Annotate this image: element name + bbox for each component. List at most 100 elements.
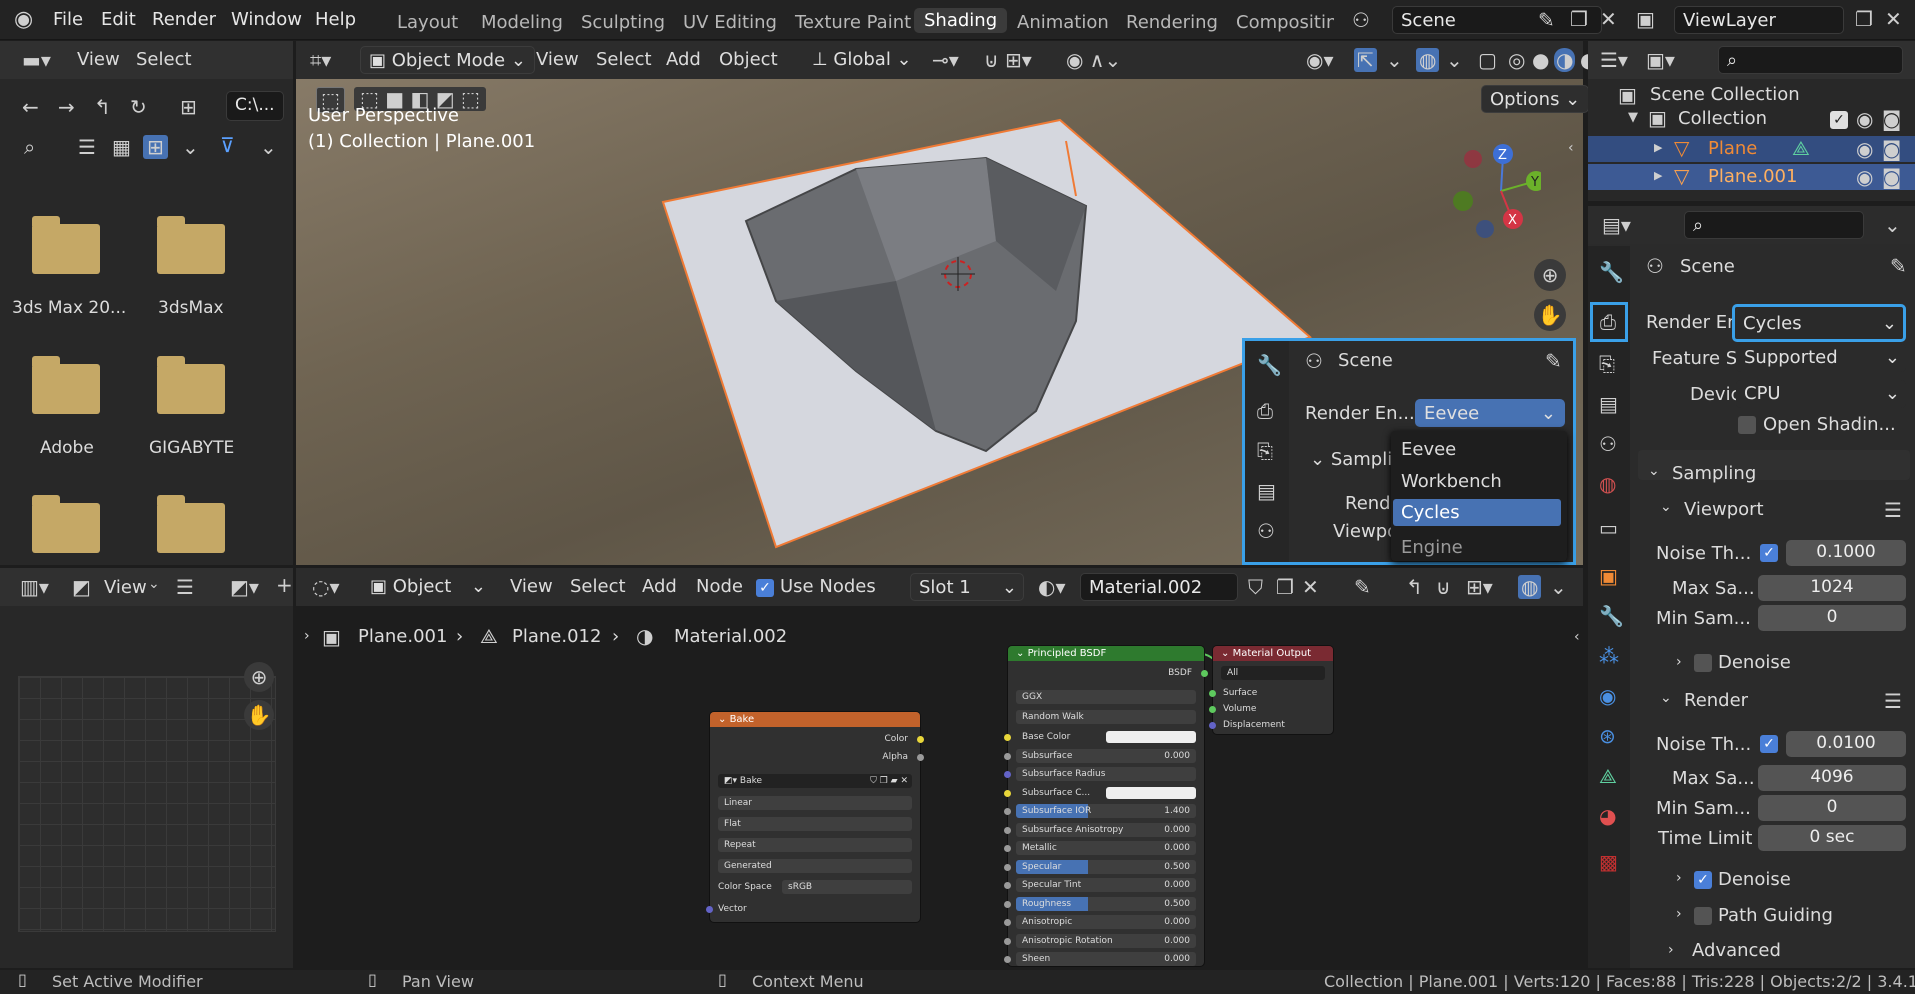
material-output-node[interactable]: ⌄ Material Output All Surface Volume Dis… — [1209, 646, 1333, 734]
bsdf-input-socket[interactable] — [1004, 789, 1011, 797]
zoom-icon[interactable]: ⊕ — [244, 662, 274, 692]
camera-icon[interactable]: ◙ — [1882, 109, 1901, 129]
render-subpanel-label[interactable]: Render — [1684, 690, 1748, 711]
collection-label[interactable]: Collection — [1678, 108, 1767, 129]
source-dropdown[interactable]: Generated — [718, 859, 912, 873]
bsdf-input-row[interactable]: Sheen 0.000 — [1016, 952, 1196, 966]
tab-modeling[interactable]: Modeling — [481, 12, 563, 33]
constraints-icon[interactable]: ⊛ — [1599, 726, 1616, 746]
bsdf-input-row[interactable]: Metallic 0.000 — [1016, 841, 1196, 855]
folder-label[interactable]: 3ds Max 20... — [12, 298, 126, 318]
render-engine-dropdown[interactable]: Cycles ⌄ — [1732, 304, 1906, 342]
folder-label[interactable]: 3dsMax — [158, 298, 224, 318]
eye-icon[interactable]: ◉ — [1856, 139, 1873, 159]
viewport-denoise-label[interactable]: Denoise — [1718, 652, 1791, 673]
new-scene-icon[interactable]: ❐ — [1570, 9, 1588, 29]
popup-sampling-panel[interactable]: ⌄ Samplir — [1310, 449, 1400, 470]
new-image-icon[interactable]: + — [276, 575, 293, 595]
tool-icon[interactable]: 🔧 — [1257, 355, 1282, 375]
scene-icon[interactable]: ⚇ — [1599, 434, 1617, 454]
pan-hand-icon[interactable]: ✋ — [244, 700, 274, 730]
bsdf-input-row[interactable]: Subsurface IOR 1.400 — [1016, 804, 1196, 818]
pin-icon[interactable]: ✎ — [1890, 256, 1907, 276]
color-output-socket[interactable] — [917, 736, 924, 743]
bsdf-input-row[interactable]: Anisotropic 0.000 — [1016, 915, 1196, 929]
bsdf-output-socket[interactable] — [1201, 670, 1208, 677]
menu-item-cycles[interactable]: Cycles — [1393, 499, 1561, 526]
feature-set-dropdown[interactable]: Supported ⌄ — [1736, 344, 1906, 372]
chevron-down-icon[interactable]: ⌄ — [1884, 215, 1901, 235]
path-field[interactable]: C:\... — [226, 91, 284, 121]
scene-icon[interactable]: ⚇ — [1257, 521, 1275, 541]
folder-icon[interactable] — [157, 356, 225, 414]
menu-hamburger-icon[interactable]: ☰ — [176, 577, 194, 597]
viewport-max-samples-field[interactable]: 1024 — [1758, 575, 1906, 601]
object-properties-icon[interactable]: ▣ — [1599, 566, 1618, 586]
node-header[interactable]: ⌄ Bake — [710, 712, 920, 727]
bsdf-input-row[interactable]: Subsurface 0.000 — [1016, 748, 1196, 763]
bsdf-input-socket[interactable] — [1004, 882, 1011, 889]
extension-dropdown[interactable]: Repeat — [718, 838, 912, 852]
bsdf-input-row[interactable]: Specular 0.500 — [1016, 859, 1196, 874]
filter-icon[interactable]: ⊽ — [220, 135, 235, 155]
viewport-noise-threshold-field[interactable]: 0.1000 — [1786, 540, 1906, 566]
folder-icon[interactable] — [157, 495, 225, 553]
outliner-search[interactable]: ⌕ — [1718, 46, 1903, 74]
bsdf-input-socket[interactable] — [1004, 845, 1011, 852]
menu-help[interactable]: Help — [315, 9, 356, 30]
navigation-gizmo[interactable]: Z Y X — [1441, 141, 1546, 241]
outliner-row-plane-001[interactable]: ▶ ▽ Plane.001 ◉ ◙ — [1588, 164, 1915, 190]
chevron-right-icon[interactable]: › — [1676, 870, 1682, 886]
bsdf-input-row[interactable]: Base Color — [1016, 730, 1196, 744]
scene-icon[interactable]: ⚇ — [1352, 10, 1370, 30]
sidebar-toggle-icon[interactable]: ‹ — [1568, 141, 1574, 155]
world-icon[interactable]: ◍ — [1599, 474, 1616, 494]
menu-window[interactable]: Window — [231, 9, 302, 30]
material-icon[interactable]: ◕ — [1599, 806, 1616, 826]
bsdf-input-row[interactable]: Subsurface Radius — [1016, 767, 1196, 781]
tab-texture-paint[interactable]: Texture Paint — [795, 12, 911, 33]
editor-type-icon[interactable]: ▥▾ — [20, 577, 49, 597]
editor-type-icon[interactable]: ▬▾ — [22, 50, 51, 70]
bsdf-input-socket[interactable] — [1004, 808, 1011, 815]
bsdf-input-row[interactable]: Subsurface C... — [1016, 786, 1196, 800]
render-properties-icon[interactable]: ⎙ — [1257, 401, 1273, 421]
search-icon[interactable]: ⌕ — [24, 137, 35, 157]
chevron-right-icon[interactable]: ▶ — [1654, 142, 1662, 153]
parent-directory-icon[interactable]: ↰ — [94, 97, 111, 117]
blender-logo-icon[interactable]: ◉ — [14, 9, 33, 31]
menu-select[interactable]: Select — [136, 49, 192, 70]
pan-hand-icon[interactable]: ✋ — [1534, 299, 1566, 331]
render-denoise-checkbox[interactable]: ✓ — [1694, 871, 1712, 889]
surface-input-socket[interactable] — [1209, 690, 1216, 697]
menu-view[interactable]: View — [104, 577, 147, 598]
shader-node-editor[interactable]: ◌▾ ▣ Object ⌄ View Select Add Node ✓ Use … — [296, 568, 1583, 985]
folder-label[interactable]: GIGABYTE — [149, 438, 234, 458]
checkbox-icon[interactable]: ✓ — [1760, 544, 1778, 562]
tab-compositing[interactable]: Compositing — [1236, 12, 1334, 33]
interpolation-dropdown[interactable]: Linear — [718, 796, 912, 810]
denoise-checkbox[interactable] — [1694, 654, 1712, 672]
pin-icon[interactable]: ✎ — [1538, 10, 1555, 30]
display-mode-icon[interactable]: ▣▾ — [1646, 50, 1675, 70]
device-dropdown[interactable]: CPU ⌄ — [1736, 380, 1906, 408]
checkbox-icon[interactable]: ✓ — [1760, 735, 1778, 753]
bsdf-input-row[interactable]: Subsurface Anisotropy 0.000 — [1016, 822, 1196, 837]
projection-dropdown[interactable]: Flat — [718, 817, 912, 831]
tab-shading[interactable]: Shading — [914, 8, 1008, 33]
image-editor[interactable]: ▥▾ ◩ View ⌄ ☰ ◩▾ + ⊕ ✋ — [0, 568, 293, 968]
bsdf-input-socket[interactable] — [1004, 956, 1011, 963]
render-min-samples-field[interactable]: 0 — [1758, 795, 1906, 821]
modifier-wrench-icon[interactable]: 🔧 — [1599, 606, 1624, 626]
chevron-right-icon[interactable]: ▶ — [1654, 170, 1662, 181]
alpha-output-socket[interactable] — [917, 754, 924, 761]
refresh-icon[interactable]: ↻ — [130, 97, 147, 117]
outliner-row-plane[interactable]: ▶ ▽ Plane ⟁ ◉ ◙ — [1588, 136, 1915, 162]
back-icon[interactable]: ← — [22, 97, 39, 117]
render-max-samples-field[interactable]: 4096 — [1758, 765, 1906, 791]
menu-view[interactable]: View — [77, 49, 120, 70]
bake-image-texture-node[interactable]: ⌄ Bake Color Alpha ◩▾ Bake ⛉ ❐ ▰ ✕ Linear… — [706, 712, 924, 922]
menu-edit[interactable]: Edit — [101, 9, 136, 30]
image-canvas[interactable] — [18, 676, 276, 932]
menu-item-eevee[interactable]: Eevee — [1401, 439, 1456, 460]
